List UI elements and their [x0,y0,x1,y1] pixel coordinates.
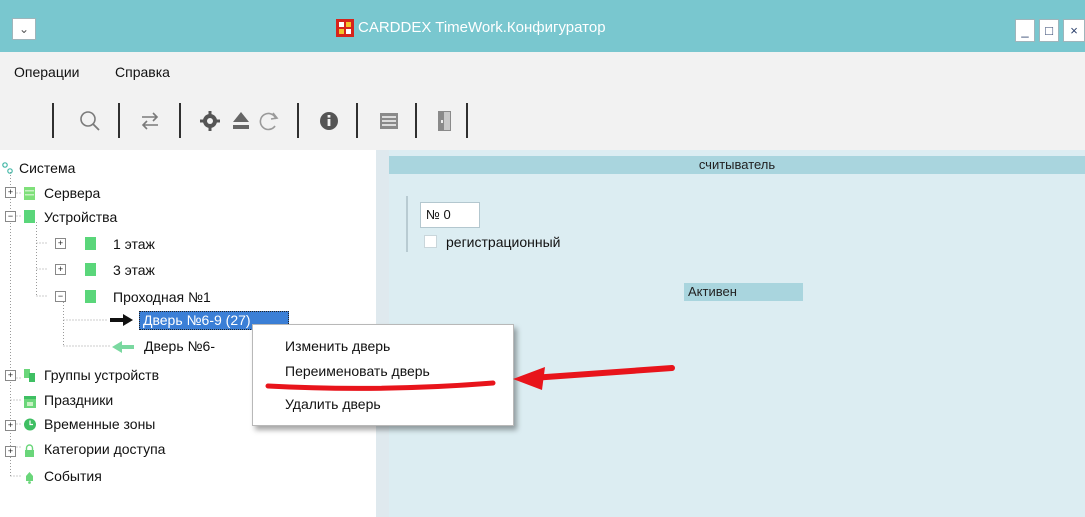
red-arrow-annotation [529,365,675,381]
rename-underline-annotation [265,380,496,391]
red-arrow-head [513,367,545,390]
annotation-overlay [265,365,675,391]
